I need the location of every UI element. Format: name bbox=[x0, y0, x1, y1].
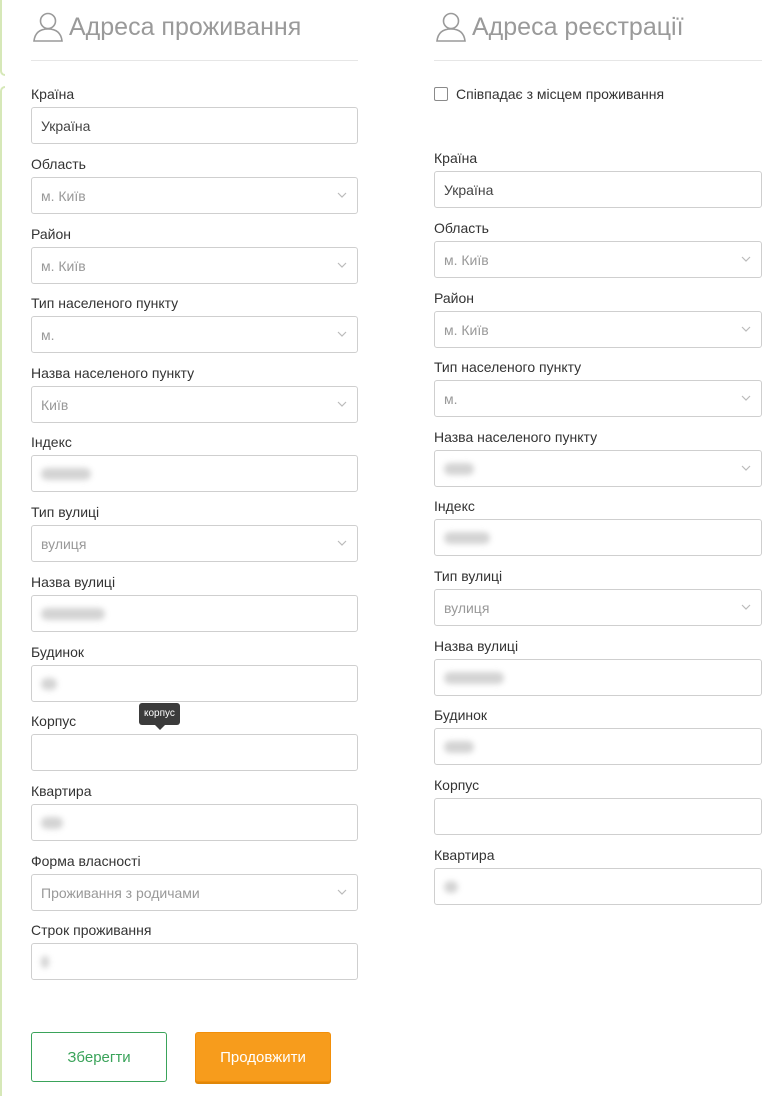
residence-address-section: Адреса проживання Країна Україна Область… bbox=[31, 0, 358, 980]
reg-street-type-select[interactable]: вулиця bbox=[434, 589, 762, 626]
district-value: м. Київ bbox=[41, 257, 86, 274]
residence-address-title: Адреса проживання bbox=[69, 12, 302, 41]
user-icon bbox=[436, 12, 466, 42]
block-label: Корпус bbox=[31, 713, 77, 729]
region-select[interactable]: м. Київ bbox=[31, 177, 358, 214]
residence-term-input[interactable] bbox=[31, 943, 358, 980]
user-icon bbox=[33, 12, 63, 42]
country-label: Країна bbox=[31, 86, 75, 102]
settlement-type-select[interactable]: м. bbox=[31, 316, 358, 353]
reg-apartment-label: Квартира bbox=[434, 847, 495, 863]
country-value: Україна bbox=[41, 117, 91, 134]
reg-region-label: Область bbox=[434, 220, 489, 236]
reg-region-select[interactable]: м. Київ bbox=[434, 241, 762, 278]
registration-address-title: Адреса реєстрації bbox=[472, 12, 684, 41]
settlement-name-value: Київ bbox=[41, 396, 69, 413]
chevron-down-icon bbox=[337, 192, 347, 198]
settlement-type-value: м. bbox=[41, 326, 55, 343]
redacted-value bbox=[41, 467, 91, 480]
district-select[interactable]: м. Київ bbox=[31, 247, 358, 284]
redacted-value bbox=[41, 955, 49, 968]
reg-district-value: м. Київ bbox=[444, 321, 489, 338]
chevron-down-icon bbox=[337, 540, 347, 546]
ownership-form-value: Проживання з родичами bbox=[41, 884, 200, 901]
registration-address-header: Адреса реєстрації bbox=[434, 0, 762, 61]
registration-address-section: Адреса реєстрації Співпадає з місцем про… bbox=[434, 0, 762, 905]
reg-country-value: Україна bbox=[444, 181, 494, 198]
ownership-form-select[interactable]: Проживання з родичами bbox=[31, 874, 358, 911]
settlement-name-label: Назва населеного пункту bbox=[31, 365, 195, 381]
redacted-value bbox=[444, 880, 458, 893]
same-as-residence-checkbox[interactable]: Співпадає з місцем проживання bbox=[434, 86, 664, 102]
redacted-value bbox=[41, 816, 63, 829]
reg-postal-code-label: Індекс bbox=[434, 498, 475, 514]
settlement-type-label: Тип населеного пункту bbox=[31, 295, 179, 311]
block-input[interactable] bbox=[31, 734, 358, 771]
apartment-input[interactable] bbox=[31, 804, 358, 841]
reg-country-label: Країна bbox=[434, 150, 478, 166]
same-as-residence-label: Співпадає з місцем проживання bbox=[456, 86, 665, 102]
reg-settlement-type-select[interactable]: м. bbox=[434, 380, 762, 417]
chevron-down-icon bbox=[741, 256, 751, 262]
reg-region-value: м. Київ bbox=[444, 251, 489, 268]
chevron-down-icon bbox=[337, 401, 347, 407]
reg-settlement-type-value: м. bbox=[444, 390, 458, 407]
street-name-label: Назва вулиці bbox=[31, 574, 116, 590]
country-input[interactable]: Україна bbox=[31, 107, 358, 144]
redacted-value bbox=[444, 740, 474, 753]
redacted-value bbox=[444, 462, 474, 475]
redacted-value bbox=[41, 607, 105, 620]
chevron-down-icon bbox=[741, 465, 751, 471]
region-label: Область bbox=[31, 156, 86, 172]
reg-street-name-input[interactable] bbox=[434, 659, 762, 696]
ownership-form-label: Форма власності bbox=[31, 853, 141, 869]
residence-address-header: Адреса проживання bbox=[31, 0, 358, 61]
checkbox-box[interactable] bbox=[434, 87, 448, 101]
chevron-down-icon bbox=[337, 889, 347, 895]
reg-building-input[interactable] bbox=[434, 728, 762, 765]
redacted-value bbox=[444, 531, 490, 544]
chevron-down-icon bbox=[741, 395, 751, 401]
redacted-value bbox=[444, 671, 504, 684]
reg-apartment-input[interactable] bbox=[434, 868, 762, 905]
chevron-down-icon bbox=[337, 331, 347, 337]
block-tooltip: корпус bbox=[139, 703, 180, 730]
reg-block-input[interactable] bbox=[434, 798, 762, 835]
street-type-label: Тип вулиці bbox=[31, 504, 100, 520]
residence-term-label: Строк проживання bbox=[31, 922, 152, 938]
postal-code-input[interactable] bbox=[31, 455, 358, 492]
region-value: м. Київ bbox=[41, 187, 86, 204]
reg-street-type-value: вулиця bbox=[444, 599, 490, 616]
reg-settlement-name-label: Назва населеного пункту bbox=[434, 429, 598, 445]
reg-postal-code-input[interactable] bbox=[434, 519, 762, 556]
chevron-down-icon bbox=[337, 262, 347, 268]
continue-button[interactable]: Продовжити bbox=[195, 1032, 331, 1082]
reg-settlement-name-select[interactable] bbox=[434, 450, 762, 487]
settlement-name-select[interactable]: Київ bbox=[31, 386, 358, 423]
street-type-value: вулиця bbox=[41, 535, 87, 552]
reg-district-select[interactable]: м. Київ bbox=[434, 311, 762, 348]
side-accent-bar-top bbox=[0, 0, 5, 76]
building-label: Будинок bbox=[31, 644, 85, 660]
district-label: Район bbox=[31, 226, 71, 242]
building-input[interactable] bbox=[31, 665, 358, 702]
reg-street-type-label: Тип вулиці bbox=[434, 568, 503, 584]
side-accent-bar bbox=[0, 86, 5, 1096]
reg-building-label: Будинок bbox=[434, 707, 488, 723]
reg-country-input[interactable]: Україна bbox=[434, 171, 762, 208]
apartment-label: Квартира bbox=[31, 783, 92, 799]
reg-street-name-label: Назва вулиці bbox=[434, 638, 519, 654]
postal-code-label: Індекс bbox=[31, 434, 72, 450]
reg-district-label: Район bbox=[434, 290, 474, 306]
chevron-down-icon bbox=[741, 326, 751, 332]
redacted-value bbox=[41, 677, 57, 690]
chevron-down-icon bbox=[741, 604, 751, 610]
street-name-input[interactable] bbox=[31, 595, 358, 632]
street-type-select[interactable]: вулиця bbox=[31, 525, 358, 562]
save-button[interactable]: Зберегти bbox=[31, 1032, 167, 1082]
reg-settlement-type-label: Тип населеного пункту bbox=[434, 359, 582, 375]
reg-block-label: Корпус bbox=[434, 777, 480, 793]
